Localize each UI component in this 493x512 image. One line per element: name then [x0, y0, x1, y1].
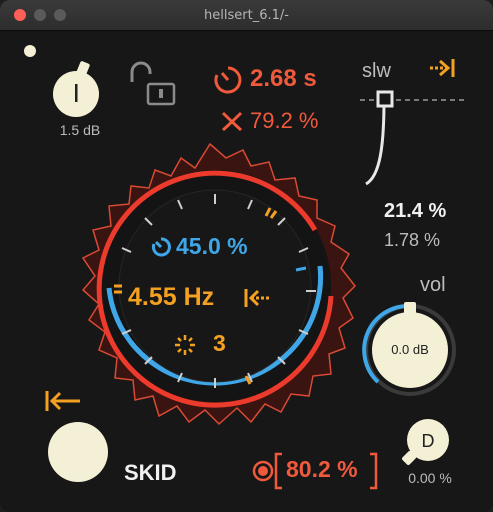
voices-icon: [175, 335, 195, 355]
side-value-b[interactable]: 1.78 %: [384, 230, 440, 251]
voice-count[interactable]: 3: [213, 330, 226, 357]
ratio-value[interactable]: 80.2 %: [286, 456, 358, 483]
volume-value: 0.0 dB: [391, 342, 429, 357]
jump-left-icon[interactable]: [243, 286, 271, 310]
window-title: hellsert_6.1/-: [204, 8, 289, 23]
rate-value[interactable]: 4.55 Hz: [128, 283, 214, 312]
ring-percent[interactable]: 45.0 %: [176, 233, 248, 260]
lock-open-icon[interactable]: [128, 60, 180, 112]
skid-label: SKID: [124, 460, 177, 485]
sync-icon: [151, 237, 171, 257]
volume-label: vol: [420, 274, 446, 296]
input-gain-knob[interactable]: [48, 60, 108, 120]
record-icon[interactable]: [252, 460, 274, 482]
plugin-window: hellsert_6.1/- 1.5 dB 2.68 s 79.2 % slw …: [0, 0, 493, 512]
skid-button[interactable]: [46, 420, 110, 484]
input-gain-value: 1.5 dB: [59, 122, 101, 138]
status-indicator[interactable]: [24, 45, 36, 57]
side-value-a[interactable]: 21.4 %: [384, 200, 446, 223]
dry-letter: D: [422, 431, 435, 451]
slew-label: slw: [362, 60, 391, 82]
jump-back-icon[interactable]: [44, 388, 84, 414]
crossfade-icon: [221, 111, 243, 132]
jump-right-icon[interactable]: [428, 56, 458, 80]
time-value[interactable]: 2.68 s: [250, 65, 317, 93]
slew-curve[interactable]: [360, 86, 470, 188]
timer-icon: [214, 66, 242, 94]
dry-knob[interactable]: D: [398, 416, 454, 468]
crossfade-value[interactable]: 79.2 %: [250, 108, 319, 134]
dry-value[interactable]: 0.00 %: [400, 470, 460, 486]
title-bar: hellsert_6.1/-: [0, 0, 493, 31]
